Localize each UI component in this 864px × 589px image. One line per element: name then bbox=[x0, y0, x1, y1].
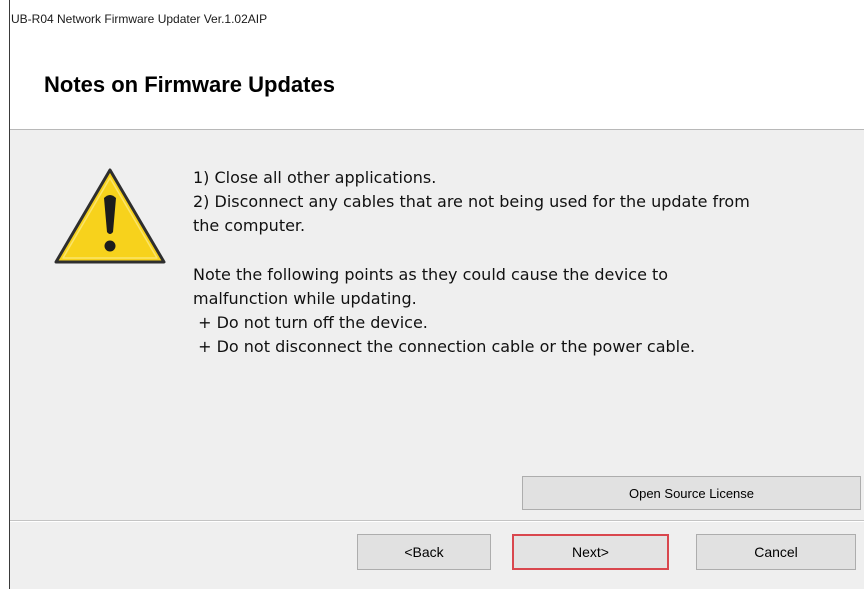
instruction-line: the computer. bbox=[193, 216, 306, 236]
note-line: malfunction while updating. bbox=[193, 288, 417, 308]
instructions-text: 1) Close all other applications. 2) Disc… bbox=[193, 166, 863, 360]
cancel-button[interactable]: Cancel bbox=[696, 534, 856, 570]
note-bullet: + Do not turn off the device. bbox=[193, 313, 428, 333]
note-bullet: + Do not disconnect the connection cable… bbox=[193, 337, 696, 357]
instruction-line: 1) Close all other applications. bbox=[193, 168, 437, 187]
next-button[interactable]: Next> bbox=[512, 534, 669, 570]
back-button[interactable]: <Back bbox=[357, 534, 491, 570]
open-source-license-button[interactable]: Open Source License bbox=[522, 476, 861, 510]
warning-triangle-icon bbox=[54, 168, 166, 264]
page-heading: Notes on Firmware Updates bbox=[44, 72, 335, 97]
instruction-line: 2) Disconnect any cables that are not be… bbox=[193, 192, 750, 212]
window-title: UB-R04 Network Firmware Updater Ver.1.02… bbox=[11, 12, 268, 26]
footer-divider-highlight bbox=[10, 521, 864, 522]
note-line: Note the following points as they could … bbox=[193, 264, 669, 284]
